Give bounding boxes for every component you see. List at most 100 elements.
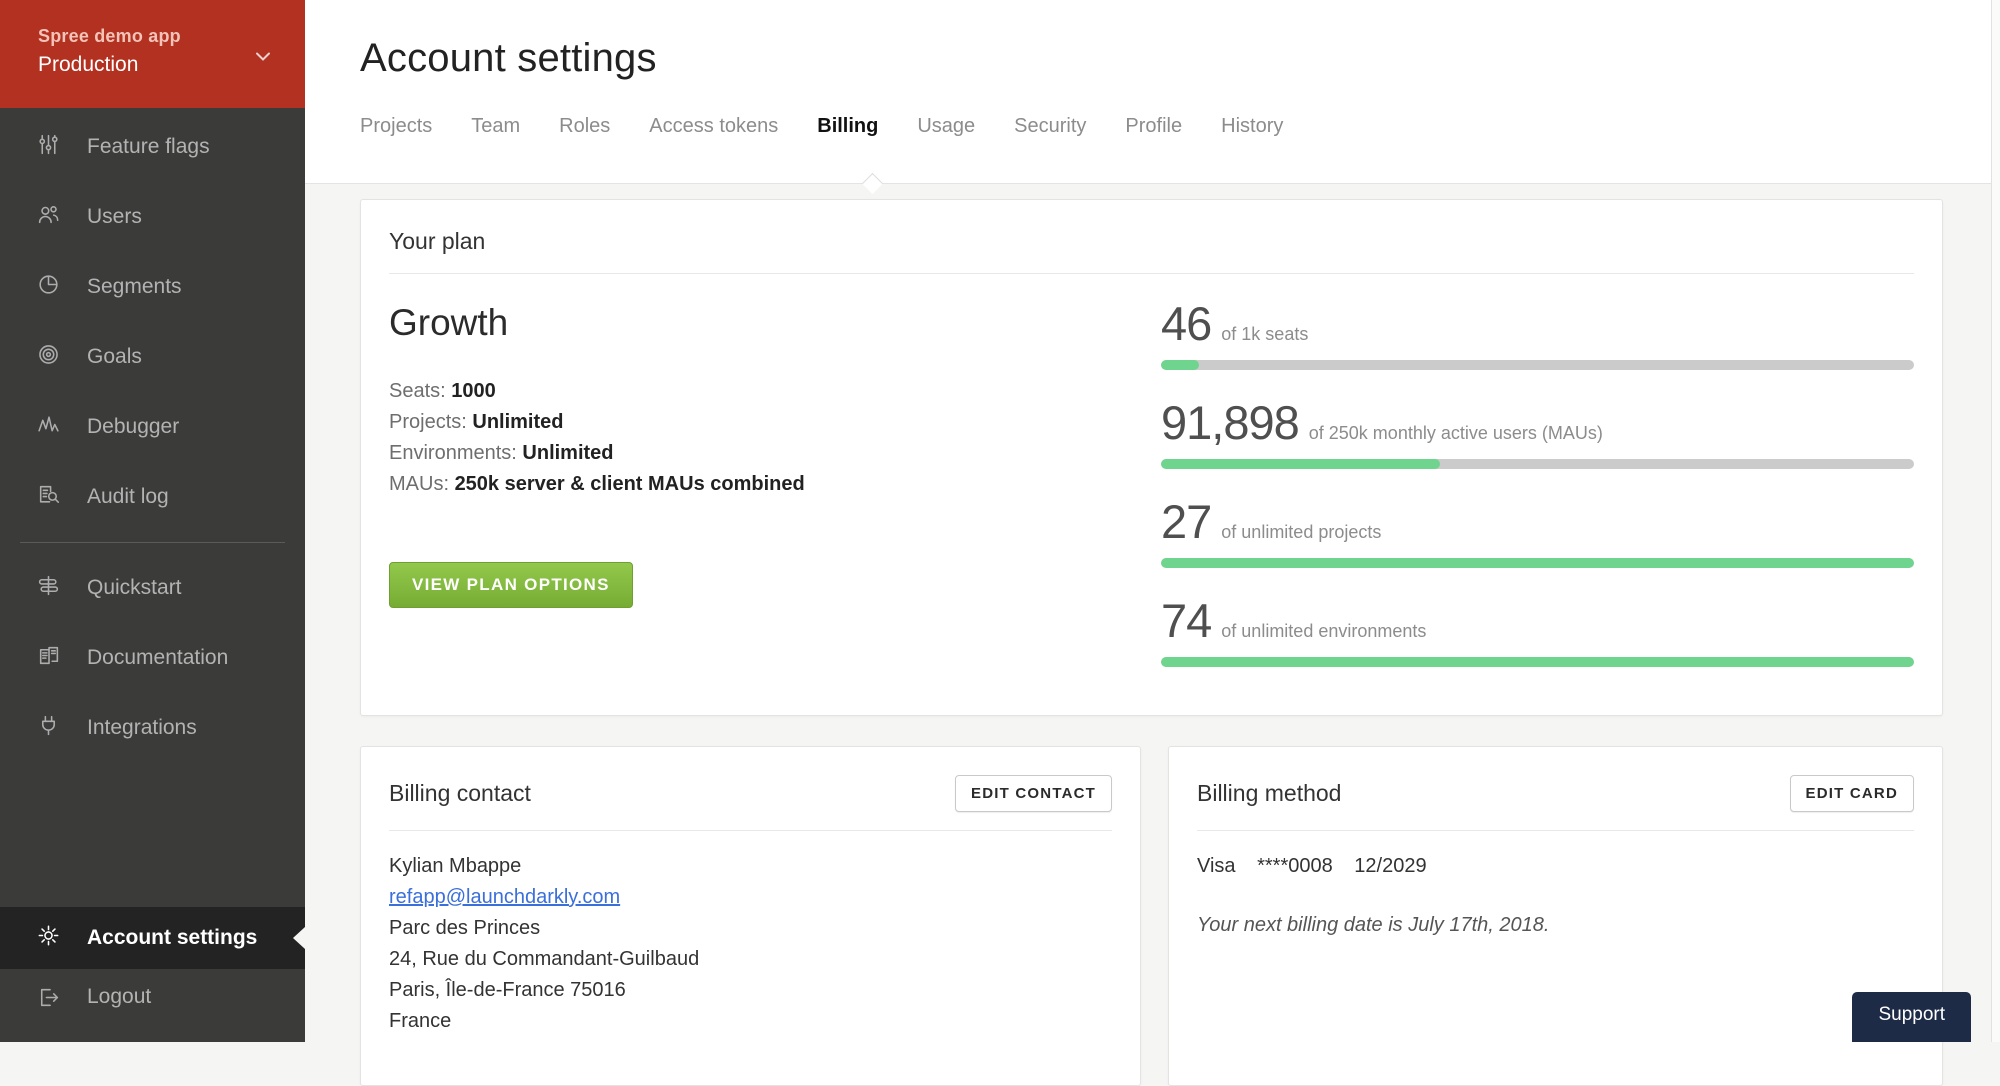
sidebar-item-label: Segments: [87, 275, 182, 299]
book-icon: [36, 643, 61, 674]
plan-details-list: Seats: 1000 Projects: Unlimited Environm…: [389, 376, 1161, 500]
waveform-icon: [36, 412, 61, 443]
tab-bar: Projects Team Roles Access tokens Billin…: [360, 115, 2000, 144]
support-button[interactable]: Support: [1852, 992, 1971, 1042]
sidebar-nav: Feature flags Users Segments Goals Debug…: [0, 108, 305, 763]
tab-history[interactable]: History: [1221, 115, 1283, 144]
seats-usage-stat: 46 of 1k seats: [1161, 296, 1914, 370]
plan-name: Growth: [389, 302, 1161, 344]
billing-method-body: Visa ****0008 12/2029 Your next billing …: [1169, 831, 1942, 961]
sidebar-item-label: Goals: [87, 345, 142, 369]
sidebar-item-account-settings[interactable]: Account settings: [0, 907, 305, 969]
sidebar-item-label: Account settings: [87, 926, 257, 950]
contact-address-line: Paris, Île-de-France 75016: [389, 975, 1112, 1006]
pie-chart-icon: [36, 272, 61, 303]
seats-usage-value: 46: [1161, 296, 1211, 351]
plan-card-body: Growth Seats: 1000 Projects: Unlimited E…: [361, 274, 1942, 692]
plan-detail-projects: Projects: Unlimited: [389, 407, 1161, 438]
environments-usage-stat: 74 of unlimited environments: [1161, 593, 1914, 667]
billing-method-title: Billing method: [1197, 780, 1341, 807]
seats-progress-bar: [1161, 360, 1914, 370]
sidebar-item-label: Logout: [87, 985, 151, 1009]
logout-icon: [36, 985, 61, 1016]
card-summary: Visa ****0008 12/2029: [1197, 851, 1914, 882]
tab-projects[interactable]: Projects: [360, 115, 432, 144]
contact-email-link[interactable]: refapp@launchdarkly.com: [389, 886, 620, 908]
tab-billing[interactable]: Billing: [817, 115, 878, 144]
page-title: Account settings: [360, 36, 2000, 81]
plan-detail-maus: MAUs: 250k server & client MAUs combined: [389, 469, 1161, 500]
sidebar-item-label: Audit log: [87, 485, 169, 509]
sidebar-item-documentation[interactable]: Documentation: [0, 623, 305, 693]
plan-card-header: Your plan: [361, 200, 1942, 273]
tab-roles[interactable]: Roles: [559, 115, 610, 144]
sidebar-item-goals[interactable]: Goals: [0, 322, 305, 392]
mau-usage-value: 91,898: [1161, 395, 1299, 450]
edit-card-button[interactable]: EDIT CARD: [1790, 775, 1914, 812]
projects-usage-stat: 27 of unlimited projects: [1161, 494, 1914, 568]
gear-icon: [36, 923, 61, 954]
environments-usage-value: 74: [1161, 593, 1211, 648]
plug-icon: [36, 713, 61, 744]
app-name: Spree demo app: [38, 26, 277, 47]
billing-cards-row: Billing contact EDIT CONTACT Kylian Mbap…: [360, 746, 1943, 1086]
sidebar-item-label: Users: [87, 205, 142, 229]
card-brand: Visa: [1197, 855, 1236, 877]
sidebar-item-label: Feature flags: [87, 135, 210, 159]
contact-address-line: 24, Rue du Commandant-Guilbaud: [389, 944, 1112, 975]
content-area: Your plan Growth Seats: 1000 Projects: U…: [305, 183, 2000, 1042]
plan-detail-seats: Seats: 1000: [389, 376, 1161, 407]
contact-address-line: France: [389, 1006, 1112, 1037]
environment-switcher[interactable]: Spree demo app Production: [0, 0, 305, 108]
tab-team[interactable]: Team: [471, 115, 520, 144]
sidebar-item-integrations[interactable]: Integrations: [0, 693, 305, 763]
edit-contact-button[interactable]: EDIT CONTACT: [955, 775, 1112, 812]
environment-name: Production: [38, 53, 277, 77]
environments-usage-caption: of unlimited environments: [1221, 621, 1426, 642]
seats-usage-caption: of 1k seats: [1221, 324, 1308, 345]
environments-progress-bar: [1161, 657, 1914, 667]
sidebar-item-label: Integrations: [87, 716, 197, 740]
mau-usage-stat: 91,898 of 250k monthly active users (MAU…: [1161, 395, 1914, 469]
sidebar-footer: Account settings Logout: [0, 907, 305, 1042]
page-header: Account settings Projects Team Roles Acc…: [305, 0, 2000, 183]
tab-security[interactable]: Security: [1014, 115, 1086, 144]
view-plan-options-button[interactable]: VIEW PLAN OPTIONS: [389, 562, 633, 608]
users-icon: [36, 202, 61, 233]
plan-detail-environments: Environments: Unlimited: [389, 438, 1161, 469]
billing-contact-card: Billing contact EDIT CONTACT Kylian Mbap…: [360, 746, 1141, 1086]
scrollbar-gutter[interactable]: [1991, 0, 2000, 1042]
sidebar-item-users[interactable]: Users: [0, 182, 305, 252]
active-item-notch: [293, 927, 305, 949]
document-magnifier-icon: [36, 482, 61, 513]
billing-method-card: Billing method EDIT CARD Visa ****0008 1…: [1168, 746, 1943, 1086]
sidebar-item-quickstart[interactable]: Quickstart: [0, 553, 305, 623]
tab-access-tokens[interactable]: Access tokens: [649, 115, 778, 144]
tab-profile[interactable]: Profile: [1125, 115, 1182, 144]
your-plan-card: Your plan Growth Seats: 1000 Projects: U…: [360, 199, 1943, 716]
card-number: ****0008: [1257, 855, 1333, 877]
next-billing-date-note: Your next billing date is July 17th, 201…: [1197, 910, 1914, 941]
mau-progress-bar: [1161, 459, 1914, 469]
sidebar-item-label: Quickstart: [87, 576, 182, 600]
sliders-icon: [36, 132, 61, 163]
sidebar-item-logout[interactable]: Logout: [0, 969, 305, 1042]
sidebar-item-label: Documentation: [87, 646, 228, 670]
projects-usage-value: 27: [1161, 494, 1211, 549]
card-expiry: 12/2029: [1354, 855, 1426, 877]
main-area: Account settings Projects Team Roles Acc…: [305, 0, 2000, 1042]
sidebar-item-label: Debugger: [87, 415, 179, 439]
sidebar-item-segments[interactable]: Segments: [0, 252, 305, 322]
projects-progress-bar: [1161, 558, 1914, 568]
contact-address-line: Parc des Princes: [389, 913, 1112, 944]
sidebar-item-feature-flags[interactable]: Feature flags: [0, 112, 305, 182]
sidebar: Spree demo app Production Feature flags …: [0, 0, 305, 1042]
billing-contact-body: Kylian Mbappe refapp@launchdarkly.com Pa…: [361, 831, 1140, 1057]
plan-section-title: Your plan: [389, 228, 485, 255]
tab-usage[interactable]: Usage: [917, 115, 975, 144]
sidebar-item-audit-log[interactable]: Audit log: [0, 462, 305, 532]
projects-usage-caption: of unlimited projects: [1221, 522, 1381, 543]
sidebar-divider: [20, 542, 285, 543]
billing-contact-title: Billing contact: [389, 780, 531, 807]
sidebar-item-debugger[interactable]: Debugger: [0, 392, 305, 462]
